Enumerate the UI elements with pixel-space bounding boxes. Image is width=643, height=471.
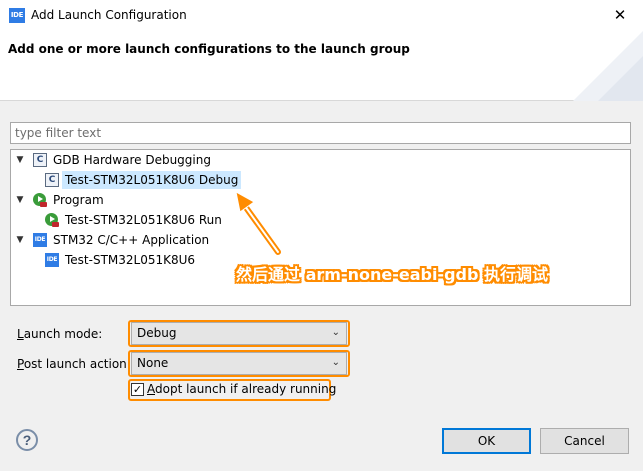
ide-app-icon: IDE [9,8,25,23]
tree-item-label: GDB Hardware Debugging [53,153,211,167]
launch-mode-select[interactable]: Debug ⌄ [131,322,347,345]
toolbox-badge-icon [40,202,47,207]
tree-item-label-selected: Test-STM32L051K8U6 Debug [62,171,242,189]
tree-item-label: Test-STM32L051K8U6 [65,253,196,267]
window-title: Add Launch Configuration [31,8,187,22]
chevron-down-icon: ⌄ [331,327,340,338]
post-launch-label: Post launch action: [17,357,131,371]
filter-input[interactable]: type filter text [10,122,631,144]
launch-mode-label: Launch mode: [17,327,103,341]
c-config-icon: C [33,153,47,167]
tree-item-label: STM32 C/C++ Application [53,233,210,247]
cancel-button[interactable]: Cancel [540,428,629,454]
header-message: Add one or more launch configurations to… [8,42,410,56]
chevron-down-icon[interactable]: ▼ [15,151,25,169]
adopt-checkbox[interactable]: ✓ [131,383,144,396]
chevron-down-icon[interactable]: ▼ [15,231,25,249]
chevron-down-icon[interactable]: ▼ [15,191,25,209]
tree-item-label: Program [53,193,104,207]
help-icon[interactable]: ? [16,429,38,451]
post-launch-value: None [137,356,169,370]
adopt-label: Adopt launch if already running [147,382,337,396]
title-bar: IDE Add Launch Configuration ✕ [0,0,643,31]
ide-icon: IDE [45,253,59,267]
c-config-icon: C [45,173,59,187]
close-icon[interactable]: ✕ [597,0,643,31]
annotation-arrow [235,191,281,255]
ide-icon: IDE [33,233,47,247]
toolbox-badge-icon [52,222,59,227]
tree-item-label: Test-STM32L051K8U6 Run [65,213,222,227]
header-decoration [573,31,643,101]
chevron-down-icon: ⌄ [331,357,340,368]
dialog-header: Add one or more launch configurations to… [0,31,643,101]
launch-mode-value: Debug [137,326,177,340]
annotation-text: 然后通过 arm-none-eabi-gdb 执行调试 [236,265,548,284]
ok-button[interactable]: OK [442,428,531,454]
post-launch-select[interactable]: None ⌄ [131,352,347,375]
